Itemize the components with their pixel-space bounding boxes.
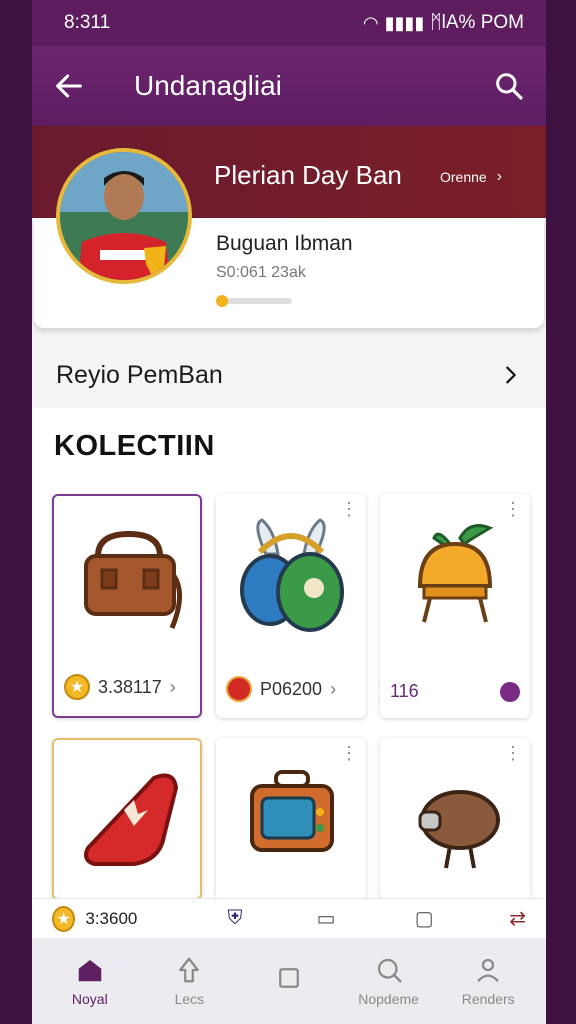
nav-home-label: Noyal	[71, 991, 108, 1007]
rabbit-pouch-art	[216, 494, 366, 654]
back-arrow-icon	[56, 74, 82, 98]
card-footer: P06200 ›	[226, 676, 356, 702]
progress-fill	[216, 295, 228, 307]
status-right-text: ᛗlA% POM	[430, 12, 524, 33]
collection-card-3[interactable]: ⋮ 116	[380, 494, 530, 718]
arrow-icon: ›	[169, 676, 176, 697]
profile-link-label: Orenne	[440, 169, 487, 185]
shield-badge-icon	[226, 676, 252, 702]
player-avatar-image	[60, 152, 188, 280]
square-icon	[279, 968, 299, 988]
nav-search-label: Nopdeme	[358, 991, 419, 1007]
wifi-icon: ◠	[362, 12, 379, 33]
card-value: 116	[390, 681, 419, 701]
collection-card-5[interactable]: ⋮	[216, 738, 366, 900]
profile-meta: S0:061 23ak	[216, 264, 306, 281]
strip-value: 3:3600	[85, 908, 138, 928]
star-badge-icon: ★	[64, 674, 90, 700]
section-row[interactable]: Reyio PemBan	[32, 342, 546, 408]
orange-pot-art	[380, 494, 530, 654]
profile-name: Plerian Day Ban	[214, 160, 402, 190]
status-bar: 8:311 ◠ ▮▮▮▮ ᛗlA% POM	[32, 0, 546, 46]
card-footer: 116	[390, 681, 520, 702]
search-button[interactable]	[472, 70, 546, 102]
chevron-right-icon	[506, 366, 516, 384]
leather-bag-art	[54, 496, 204, 656]
nav-leaderboard-label: Lecs	[174, 991, 205, 1007]
status-right: ◠ ▮▮▮▮ ᛗlA% POM	[363, 12, 524, 34]
bird-robot-art	[380, 738, 530, 898]
app-bar: Undanagliai	[32, 46, 546, 126]
square-icon[interactable]: ▢	[415, 906, 500, 931]
search-icon	[377, 958, 402, 983]
profile-progress	[216, 295, 292, 307]
card-value: P06200	[260, 678, 323, 699]
profile-link[interactable]: Orenne ›	[440, 168, 502, 186]
collection-card-4[interactable]	[52, 738, 202, 900]
ticket-icon[interactable]: ▭	[317, 906, 405, 931]
shortcut-strip: ★ 3:3600 ⛨ ▭ ▢ ⇄	[32, 898, 546, 938]
status-time: 8:311	[64, 12, 111, 33]
play-dot-icon[interactable]	[500, 681, 520, 702]
profile-icon	[477, 958, 500, 983]
search-icon	[496, 73, 523, 100]
avatar[interactable]	[56, 148, 192, 284]
section-row-label: Reyio PemBan	[56, 360, 223, 389]
signal-icon: ▮▮▮▮	[384, 12, 425, 33]
team-badge-icon[interactable]: ⛨	[227, 907, 306, 930]
star-badge-icon: ★	[52, 905, 76, 932]
suitcase-art	[216, 738, 366, 898]
collection-section: KOLECTIIN ★ 3.38117 › ⋮ P06200 › ⋮ 116 ⋮…	[32, 408, 546, 900]
back-button[interactable]	[32, 69, 106, 103]
nav-square[interactable]	[239, 963, 339, 999]
home-icon	[78, 960, 102, 982]
card-footer: ★ 3.38117 ›	[64, 674, 190, 700]
phone-screen: 8:311 ◠ ▮▮▮▮ ᛗlA% POM Undanagliai Pleria…	[32, 0, 546, 1024]
nav-home[interactable]: Noyal	[40, 955, 140, 1007]
collection-card-6[interactable]: ⋮	[380, 738, 530, 900]
nav-profile-label: Renders	[461, 991, 515, 1007]
card-value: 3.38117	[98, 676, 162, 697]
bottom-navigation: Noyal Lecs Nopdeme Renders	[32, 938, 546, 1024]
chevron-right-icon: ›	[496, 168, 503, 185]
nav-search[interactable]: Nopdeme	[339, 955, 439, 1007]
transfer-icon[interactable]: ⇄	[509, 906, 526, 931]
profile-subtitle: Buguan Ibman	[216, 232, 353, 255]
arrow-icon: ›	[330, 678, 337, 699]
nav-leaderboard[interactable]: Lecs	[140, 955, 240, 1007]
leaderboard-icon	[179, 957, 200, 983]
collection-card-1[interactable]: ★ 3.38117 ›	[52, 494, 202, 718]
collection-title: KOLECTIIN	[54, 430, 215, 462]
app-title: Undanagliai	[134, 70, 282, 101]
red-bag-art	[54, 740, 204, 900]
collection-card-2[interactable]: ⋮ P06200 ›	[216, 494, 366, 718]
nav-profile[interactable]: Renders	[438, 955, 538, 1007]
